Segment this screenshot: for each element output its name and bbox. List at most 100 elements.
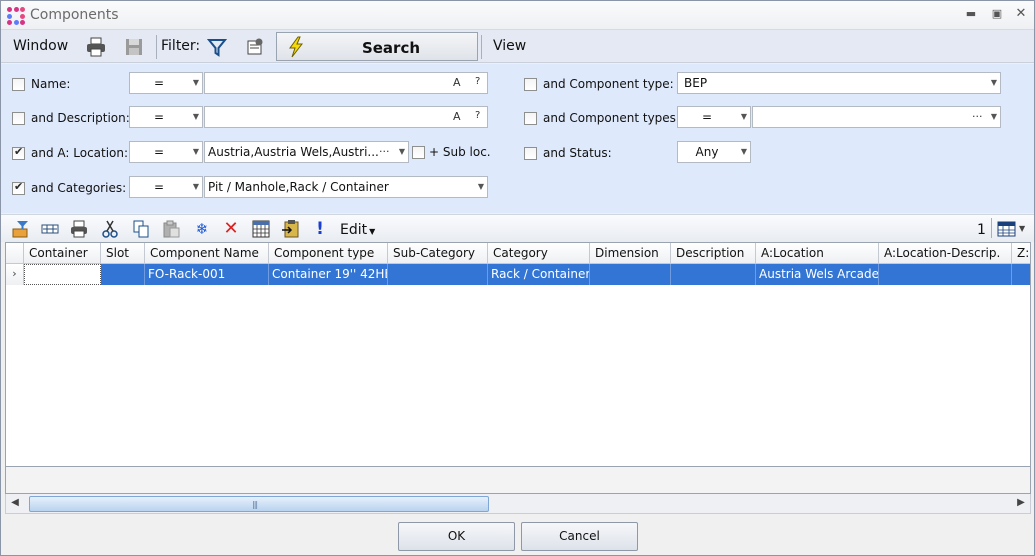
print-icon[interactable] (85, 36, 107, 58)
copy-icon[interactable] (131, 219, 151, 239)
cell-slot[interactable] (101, 264, 145, 285)
description-input[interactable]: A ? (204, 106, 488, 128)
filter-settings-icon[interactable] (244, 36, 266, 58)
column-width-icon[interactable] (40, 219, 60, 239)
location-checkbox[interactable] (12, 145, 25, 160)
categories-select[interactable]: Pit / Manhole,Rack / Container ▼ (204, 176, 488, 198)
location-browse-button[interactable]: ··· (379, 145, 390, 158)
cell-container[interactable] (24, 264, 101, 285)
column-header-container[interactable]: Container (24, 243, 101, 264)
component-types-operator-value: = (701, 110, 713, 124)
name-operator-value: = (153, 76, 165, 90)
location-operator-value: = (153, 145, 165, 159)
column-header-a-location-description[interactable]: A:Location-Descrip. (879, 243, 1012, 264)
scroll-right-icon[interactable]: ▶ (1014, 497, 1028, 508)
clipboard-import-icon[interactable] (281, 219, 301, 239)
filter-icon[interactable] (206, 36, 228, 58)
chevron-down-icon: ▼ (192, 147, 199, 156)
component-type-value: BEP (684, 76, 708, 90)
cell-category[interactable]: Rack / Container (488, 264, 590, 285)
filter-sort-icon[interactable] (11, 219, 31, 239)
paste-icon[interactable] (161, 219, 181, 239)
window-menu[interactable]: Window (13, 38, 68, 54)
chevron-down-icon: ▼ (369, 227, 376, 236)
chevron-down-icon: ▼ (990, 112, 997, 121)
location-operator-select[interactable]: = ▼ (129, 141, 203, 163)
cell-component-name[interactable]: FO-Rack-001 (145, 264, 269, 285)
case-sensitive-button[interactable]: A (453, 76, 461, 89)
grid-footer (5, 467, 1031, 494)
cancel-button[interactable]: Cancel (521, 522, 638, 551)
name-checkbox[interactable] (12, 78, 25, 91)
close-icon[interactable]: ✕ (1014, 7, 1028, 21)
scrollbar-thumb[interactable]: ||| (29, 496, 489, 512)
cell-component-type[interactable]: Container 19'' 42HE (269, 264, 388, 285)
scroll-left-icon[interactable]: ◀ (8, 497, 22, 508)
cell-z-location[interactable] (1012, 264, 1030, 285)
exclamation-icon[interactable]: ! (310, 219, 330, 239)
edit-menu-label: Edit (340, 222, 368, 238)
column-header-a-location[interactable]: A:Location (756, 243, 879, 264)
cell-sub-category[interactable] (388, 264, 488, 285)
column-chooser-icon[interactable] (997, 219, 1017, 239)
minimize-icon[interactable]: ▬ (964, 7, 978, 21)
calculator-icon[interactable] (251, 219, 271, 239)
column-header-dimension[interactable]: Dimension (590, 243, 671, 264)
maximize-icon[interactable]: ▣ (990, 7, 1004, 21)
save-icon[interactable] (123, 36, 145, 58)
snowflake-icon[interactable]: ❄ (192, 219, 212, 239)
component-types-checkbox[interactable] (524, 112, 537, 125)
categories-operator-value: = (153, 180, 165, 194)
print-icon[interactable] (69, 219, 89, 239)
table-row[interactable]: › FO-Rack-001 Container 19'' 42HE Rack /… (6, 264, 1030, 285)
name-label: Name: (31, 77, 71, 91)
component-type-checkbox[interactable] (524, 78, 537, 91)
location-select[interactable]: Austria,Austria Wels,Austri... ··· ▼ (204, 141, 409, 163)
status-select[interactable]: Any ▼ (677, 141, 751, 163)
status-label: and Status: (543, 146, 612, 160)
description-operator-select[interactable]: = ▼ (129, 106, 203, 128)
filter-panel: Name: = ▼ A ? and Description: = ▼ A ? a… (1, 64, 1034, 213)
column-header-z-location[interactable]: Z:l (1012, 243, 1030, 264)
component-types-operator-select[interactable]: = ▼ (677, 106, 751, 128)
ok-button[interactable]: OK (398, 522, 515, 551)
chevron-down-icon[interactable]: ▼ (1019, 224, 1025, 233)
sub-location-checkbox[interactable] (412, 146, 425, 159)
chevron-down-icon: ▼ (192, 182, 199, 191)
component-types-browse-button[interactable]: ··· (972, 110, 983, 123)
delete-icon[interactable]: ✕ (221, 219, 241, 239)
column-header-category[interactable]: Category (488, 243, 590, 264)
column-header-component-name[interactable]: Component Name (145, 243, 269, 264)
grid-header: Container Slot Component Name Component … (6, 243, 1030, 264)
location-label: and A: Location: (31, 146, 129, 160)
case-sensitive-button[interactable]: A (453, 110, 461, 123)
cut-icon[interactable] (100, 219, 120, 239)
cell-a-location[interactable]: Austria Wels Arcade (756, 264, 879, 285)
description-checkbox[interactable] (12, 112, 25, 125)
components-grid[interactable]: Container Slot Component Name Component … (5, 242, 1031, 467)
component-type-select[interactable]: BEP ▼ (677, 72, 1001, 94)
component-types-select[interactable]: ··· ▼ (752, 106, 1001, 128)
search-button[interactable]: Search (276, 32, 478, 61)
categories-checkbox[interactable] (12, 180, 25, 195)
grid-toolbar: ❄ ✕ ! Edit ▼ 1 ▼ (1, 214, 1034, 242)
name-operator-select[interactable]: = ▼ (129, 72, 203, 94)
edit-menu[interactable]: Edit ▼ (340, 222, 375, 238)
horizontal-scrollbar[interactable]: ◀ ||| ▶ (5, 494, 1031, 514)
column-header-sub-category[interactable]: Sub-Category (388, 243, 488, 264)
toolbar-separator (156, 35, 157, 59)
categories-operator-select[interactable]: = ▼ (129, 176, 203, 198)
column-header-component-type[interactable]: Component type (269, 243, 388, 264)
wildcard-button[interactable]: ? (475, 76, 480, 87)
column-header-description[interactable]: Description (671, 243, 756, 264)
status-checkbox[interactable] (524, 147, 537, 160)
wildcard-button[interactable]: ? (475, 110, 480, 121)
cell-dimension[interactable] (590, 264, 671, 285)
view-menu[interactable]: View (493, 38, 526, 54)
cell-a-location-description[interactable] (879, 264, 1012, 285)
column-header-slot[interactable]: Slot (101, 243, 145, 264)
categories-value: Pit / Manhole,Rack / Container (208, 180, 389, 194)
description-label: and Description: (31, 111, 130, 125)
name-input[interactable]: A ? (204, 72, 488, 94)
cell-description[interactable] (671, 264, 756, 285)
